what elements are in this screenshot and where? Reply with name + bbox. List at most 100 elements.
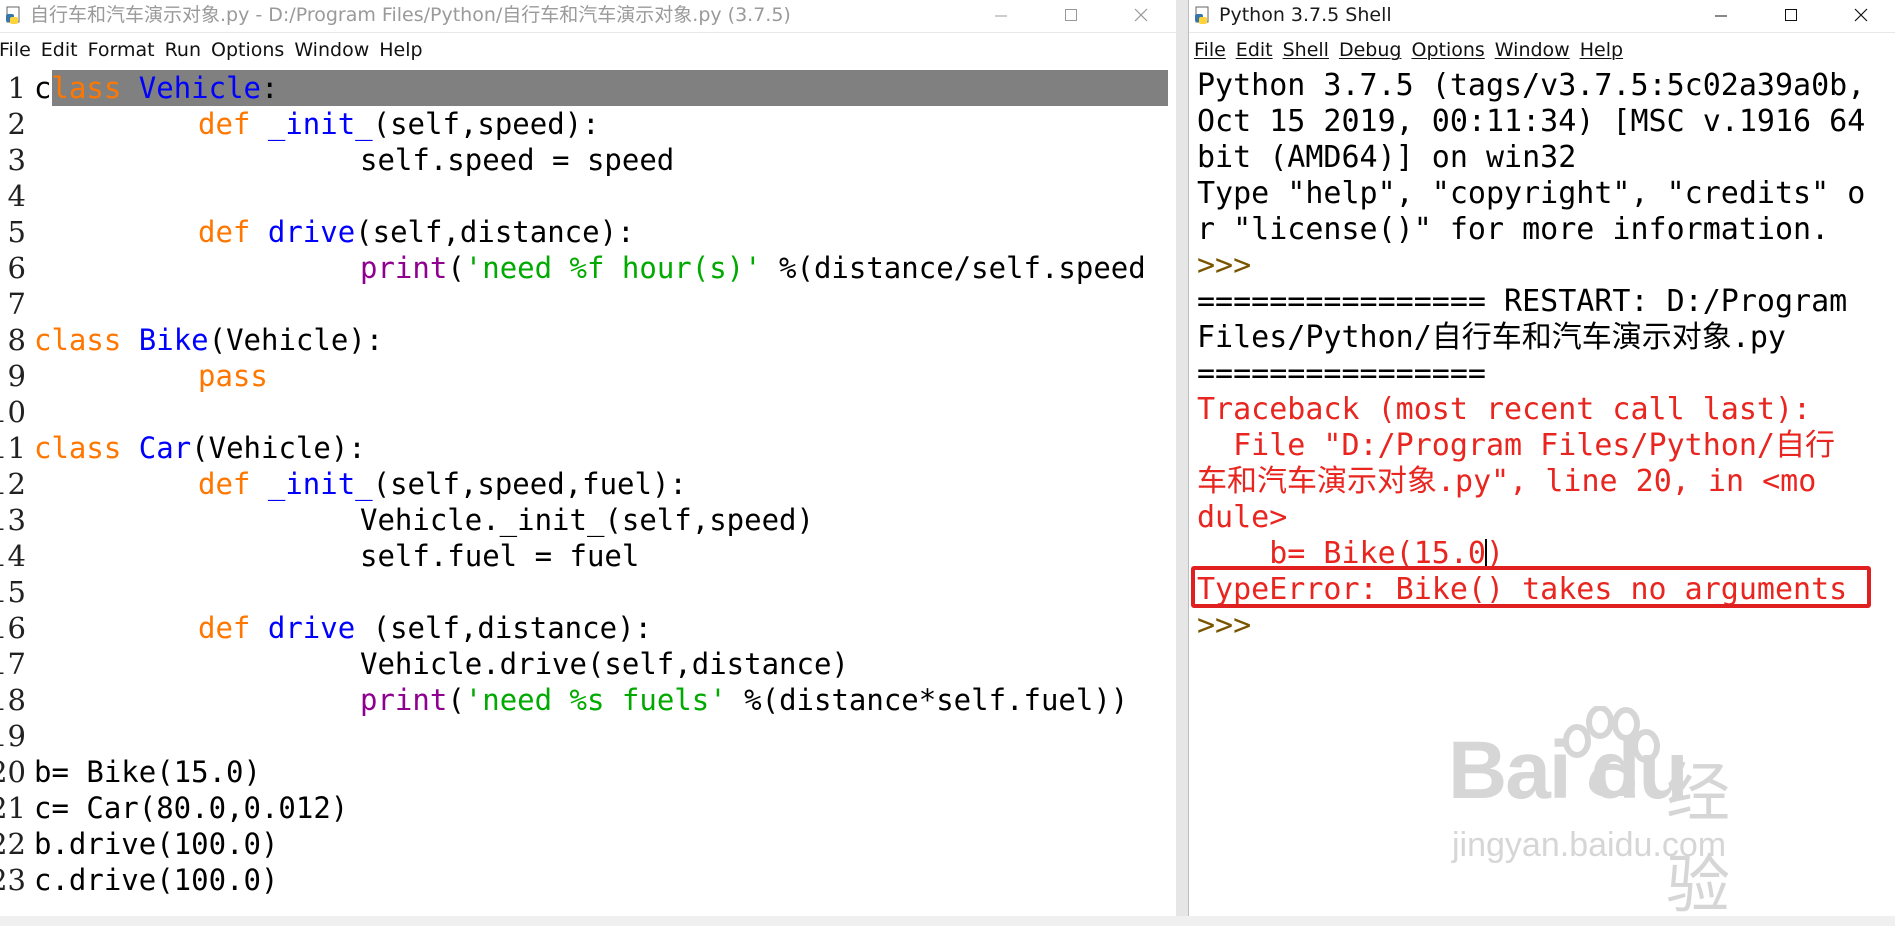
editor-menu-help[interactable]: Help: [374, 39, 427, 61]
code-line[interactable]: ​: [34, 286, 1168, 322]
editor-menu-edit[interactable]: Edit: [36, 39, 83, 61]
code-token: _init_: [267, 107, 373, 141]
code-token: Car: [138, 431, 192, 465]
shell-menu-help[interactable]: Help: [1575, 39, 1628, 61]
line-number: 7: [7, 287, 26, 321]
code-line[interactable]: b= Bike(15.0): [34, 754, 1168, 790]
error-line: Traceback (most recent call last):: [1197, 392, 1812, 427]
editor-menu-window[interactable]: Window: [289, 39, 374, 61]
code-line[interactable]: Vehicle._init_(self,speed): [34, 502, 1168, 538]
line-number: 20: [0, 755, 26, 789]
shell-menu-edit[interactable]: Edit: [1231, 39, 1278, 61]
code-line[interactable]: Vehicle.drive(self,distance): [34, 646, 1168, 682]
error-line: dule>: [1197, 500, 1288, 535]
editor-menu-file[interactable]: File: [0, 39, 36, 61]
line-number: 6: [7, 251, 26, 285]
close-icon: [1134, 8, 1148, 22]
shell-menu-shell[interactable]: Shell: [1278, 39, 1334, 61]
shell-line: ================: [1197, 356, 1486, 391]
line-number: 13: [0, 503, 26, 537]
code-token: drive: [267, 611, 356, 645]
code-line[interactable]: print('need %f hour(s)' %(distance/self.…: [34, 250, 1168, 286]
shell-titlebar[interactable]: Python 3.7.5 Shell: [1189, 0, 1895, 33]
code-token: def: [198, 611, 251, 645]
shell-line: r "license()" for more information.: [1197, 212, 1830, 247]
maximize-button[interactable]: [1756, 0, 1826, 30]
shell-line: Type "help", "copyright", "credits" o: [1197, 176, 1866, 211]
maximize-icon: [1065, 9, 1077, 21]
code-token: print: [360, 251, 448, 285]
code-area[interactable]: class Vehicle: def _init_(self,speed): sel…: [34, 70, 1168, 898]
code-token: b= Bike(15.0): [34, 755, 261, 789]
code-token: (: [447, 251, 465, 285]
code-line[interactable]: ​: [34, 394, 1168, 430]
code-token: Vehicle._init_(self,speed): [360, 503, 814, 537]
code-line[interactable]: class Car(Vehicle):: [34, 430, 1168, 466]
editor-menu-run[interactable]: Run: [160, 39, 206, 61]
code-token: class: [34, 323, 122, 357]
code-token: print: [360, 683, 448, 717]
code-line[interactable]: pass: [34, 358, 1168, 394]
python-shell-icon: [1195, 6, 1209, 24]
code-line[interactable]: def _init_(self,speed):: [34, 106, 1168, 142]
code-token: c.drive(100.0): [34, 863, 279, 897]
line-number-gutter: 1234567891011121314151617181920212223: [0, 70, 30, 898]
code-line[interactable]: class Bike(Vehicle):: [34, 322, 1168, 358]
code-line[interactable]: c= Car(80.0,0.012): [34, 790, 1168, 826]
minimize-button[interactable]: [966, 0, 1036, 30]
close-button[interactable]: [1826, 0, 1895, 30]
code-line[interactable]: ​: [34, 178, 1168, 214]
minimize-button[interactable]: [1686, 0, 1756, 30]
code-token: drive: [267, 215, 356, 249]
shell-line: Oct 15 2019, 00:11:34) [MSC v.1916 64: [1197, 104, 1866, 139]
line-number: 12: [0, 467, 26, 501]
code-token: %(distance/self.speed: [761, 251, 1146, 285]
text-cursor: [1484, 539, 1487, 567]
shell-menu-options[interactable]: Options: [1406, 39, 1489, 61]
shell-menu-window[interactable]: Window: [1490, 39, 1575, 61]
code-line[interactable]: self.speed = speed: [34, 142, 1168, 178]
code-token: def: [198, 107, 251, 141]
editor-menu-format[interactable]: Format: [83, 39, 160, 61]
error-line: 车和汽车演示对象.py", line 20, in <mo: [1197, 464, 1817, 499]
code-line[interactable]: ​: [34, 718, 1168, 754]
code-line[interactable]: def drive(self,distance):: [34, 214, 1168, 250]
code-token: self.speed = speed: [360, 143, 675, 177]
code-line[interactable]: print('need %s fuels' %(distance*self.fu…: [34, 682, 1168, 718]
code-editor[interactable]: 1234567891011121314151617181920212223 cl…: [0, 68, 1176, 916]
code-token: (: [447, 683, 465, 717]
code-line[interactable]: def drive (self,distance):: [34, 610, 1168, 646]
code-line[interactable]: ​: [34, 574, 1168, 610]
maximize-button[interactable]: [1036, 0, 1106, 30]
line-number: 23: [0, 863, 26, 897]
code-token: pass: [198, 359, 268, 393]
line-number: 19: [0, 719, 26, 753]
code-token: 'need %s fuels': [464, 683, 727, 717]
shell-menu-file[interactable]: File: [1189, 39, 1231, 61]
close-icon: [1854, 8, 1868, 22]
code-line[interactable]: b.drive(100.0): [34, 826, 1168, 862]
editor-menu-options[interactable]: Options: [206, 39, 289, 61]
code-line[interactable]: def _init_(self,speed,fuel):: [34, 466, 1168, 502]
code-token: def: [198, 467, 251, 501]
editor-menubar: File Edit Format Run Options Window Help: [0, 33, 1176, 67]
maximize-icon: [1785, 9, 1797, 21]
shell-line: bit (AMD64)] on win32: [1197, 140, 1577, 175]
code-line[interactable]: class Vehicle:: [34, 70, 1168, 106]
shell-menu-debug[interactable]: Debug: [1334, 39, 1407, 61]
window-gap: [1176, 0, 1188, 916]
shell-output[interactable]: Python 3.7.5 (tags/v3.7.5:5c02a39a0b, Oct…: [1191, 68, 1886, 916]
code-line[interactable]: self.fuel = fuel: [34, 538, 1168, 574]
code-line[interactable]: c.drive(100.0): [34, 862, 1168, 898]
code-token: class: [34, 431, 122, 465]
code-token: lass: [51, 71, 122, 105]
code-token: Vehicle.drive(self,distance): [360, 647, 849, 681]
editor-titlebar[interactable]: 自行车和汽车演示对象.py - D:/Program Files/Python/…: [0, 0, 1176, 33]
line-number: 2: [7, 107, 26, 141]
close-button[interactable]: [1106, 0, 1176, 30]
line-number: 5: [7, 215, 26, 249]
code-token: (self,distance):: [355, 215, 635, 249]
line-number: 18: [0, 683, 26, 717]
